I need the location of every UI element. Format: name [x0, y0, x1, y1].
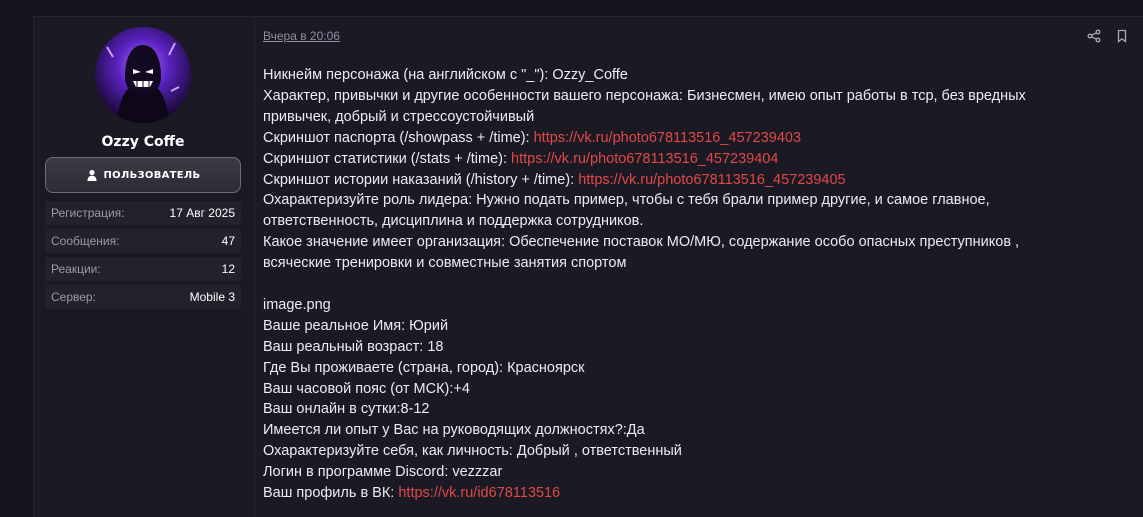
post-line: Охарактеризуйте роль лидера: Нужно подат… [263, 190, 1123, 211]
post-line-text: Скриншот паспорта (/showpass + /time): [263, 129, 534, 146]
user-info-list: Регистрация: 17 Авг 2025 Сообщения: 47 Р… [45, 201, 241, 313]
info-value: Mobile 3 [189, 290, 235, 304]
post-line-text: Ваш онлайн в сутки:8-12 [263, 401, 430, 418]
info-label: Реакции: [51, 262, 101, 276]
post-line: image.png [263, 295, 1123, 316]
post-line: Ваш реальный возраст: 18 [263, 337, 1123, 358]
user-avatar[interactable] [95, 27, 191, 123]
username[interactable]: Ozzy Coffe [34, 134, 252, 150]
post-line-text: Скриншот статистики (/stats + /time): [263, 150, 512, 167]
bookmark-icon[interactable] [1115, 29, 1129, 43]
avatar-image [95, 27, 191, 123]
post-line: Ваш профиль в ВК: https://vk.ru/id678113… [263, 483, 1123, 504]
post-line: Характер, привычки и другие особенности … [263, 86, 1123, 107]
info-label: Сообщения: [51, 234, 120, 248]
info-value: 12 [221, 262, 235, 276]
post-date-link[interactable]: Вчера в 20:06 [263, 29, 340, 43]
message-post: Ozzy Coffe ПОЛЬЗОВАТЕЛЬ Регистрация: 17 … [33, 16, 1143, 517]
post-line: всяческие тренировки и совместные заняти… [263, 253, 1123, 274]
post-link[interactable]: https://vk.ru/photo678113516_457239403 [534, 130, 801, 146]
role-badge: ПОЛЬЗОВАТЕЛЬ [45, 157, 241, 193]
post-link[interactable]: https://vk.ru/photo678113516_457239404 [511, 151, 778, 167]
post-line: Какое значение имеет организация: Обеспе… [263, 232, 1123, 253]
post-line-text: Охарактеризуйте себя, как личность: Добр… [263, 443, 682, 460]
share-icon[interactable] [1087, 29, 1101, 43]
post-line: Никнейм персонажа (на английском с "_"):… [263, 65, 1123, 86]
post-line-text: Логин в программе Discord: vezzzar [263, 464, 503, 481]
user-sidebar: Ozzy Coffe ПОЛЬЗОВАТЕЛЬ Регистрация: 17 … [34, 17, 255, 517]
post-actions [1087, 29, 1129, 43]
post-line: Скриншот истории наказаний (/history + /… [263, 170, 1123, 191]
post-line-text: привычек, добрый и стрессоустойчивый [263, 108, 535, 125]
role-label: ПОЛЬЗОВАТЕЛЬ [103, 169, 201, 181]
post-line-text: ответственность, дисциплина и поддержка … [263, 213, 644, 230]
info-row-reactions: Реакции: 12 [45, 257, 241, 281]
post-line-text: Где Вы проживаете (страна, город): Красн… [263, 359, 585, 376]
post-link[interactable]: https://vk.ru/photo678113516_457239405 [578, 172, 845, 188]
post-line: Скриншот статистики (/stats + /time): ht… [263, 149, 1123, 170]
info-value: 47 [221, 234, 235, 248]
post-line-text: всяческие тренировки и совместные заняти… [263, 255, 627, 272]
post-line-text: Имеется ли опыт у Вас на руководящих дол… [263, 422, 645, 439]
post-line-text: Ваш реальный возраст: 18 [263, 338, 444, 355]
post-line: Логин в программе Discord: vezzzar [263, 462, 1123, 483]
post-line: Где Вы проживаете (страна, город): Красн… [263, 358, 1123, 379]
post-line: Ваше реальное Имя: Юрий [263, 316, 1123, 337]
post-line: Скриншот паспорта (/showpass + /time): h… [263, 128, 1123, 149]
info-row-registration: Регистрация: 17 Авг 2025 [45, 201, 241, 225]
post-link[interactable]: https://vk.ru/id678113516 [398, 485, 560, 501]
info-label: Регистрация: [51, 206, 125, 220]
info-value: 17 Авг 2025 [169, 206, 235, 220]
post-line: Имеется ли опыт у Вас на руководящих дол… [263, 420, 1123, 441]
post-line: ответственность, дисциплина и поддержка … [263, 211, 1123, 232]
post-body: Никнейм персонажа (на английском с "_"):… [263, 65, 1123, 504]
post-line-text: Ваше реальное Имя: Юрий [263, 317, 449, 334]
attachment-name[interactable]: image.png [263, 297, 331, 313]
user-icon [86, 169, 98, 181]
info-label: Сервер: [51, 290, 96, 304]
post-line-text: Какое значение имеет организация: Обеспе… [263, 234, 1020, 251]
post-line-text: Охарактеризуйте роль лидера: Нужно подат… [263, 192, 990, 209]
post-line: привычек, добрый и стрессоустойчивый [263, 107, 1123, 128]
post-line: Ваш онлайн в сутки:8-12 [263, 399, 1123, 420]
post-line-text: Никнейм персонажа (на английском с "_"):… [263, 67, 628, 83]
post-line-text: Скриншот истории наказаний (/history + /… [263, 171, 579, 188]
post-line-text: Характер, привычки и другие особенности … [263, 87, 1026, 104]
info-row-server: Сервер: Mobile 3 [45, 285, 241, 309]
post-line: Охарактеризуйте себя, как личность: Добр… [263, 441, 1123, 462]
post-line-text: Ваш профиль в ВК: [263, 485, 399, 502]
post-content: Вчера в 20:06 Никнейм персонажа (на англ… [263, 17, 1143, 517]
post-line-text: Ваш часовой пояс (от МСК):+4 [263, 380, 470, 397]
info-row-messages: Сообщения: 47 [45, 229, 241, 253]
post-line: Ваш часовой пояс (от МСК):+4 [263, 379, 1123, 400]
